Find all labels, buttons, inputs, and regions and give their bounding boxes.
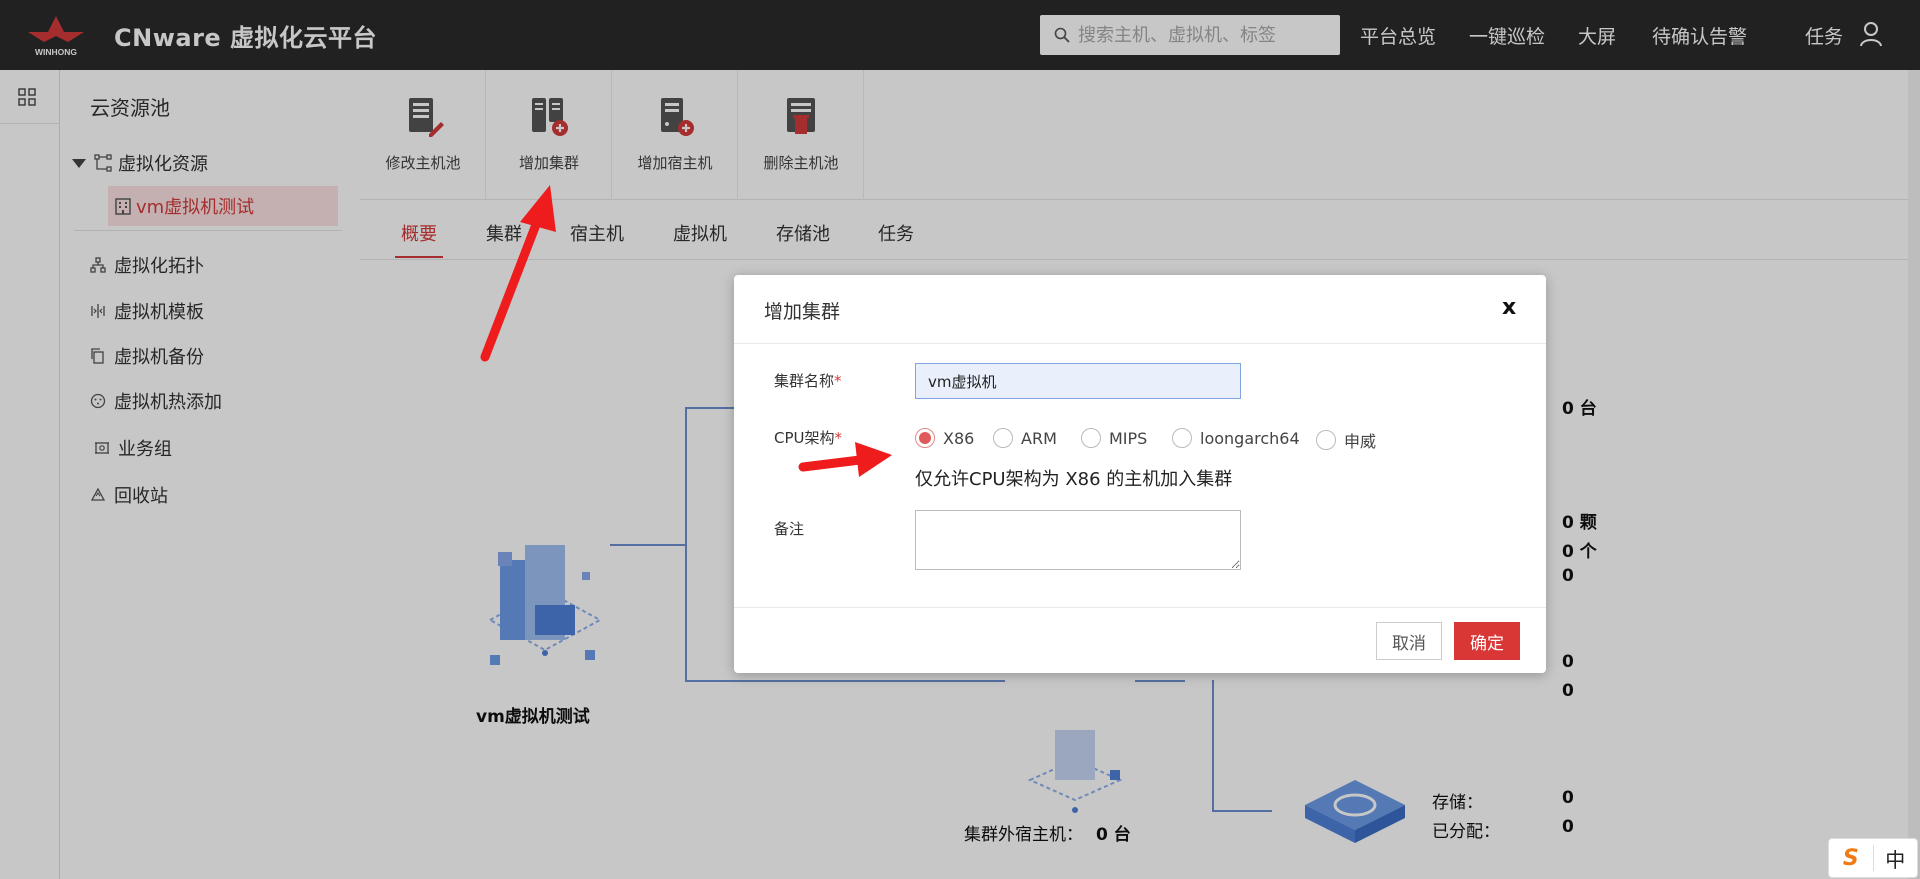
required-mark: *	[834, 372, 842, 390]
add-cluster-dialog: 增加集群 x 集群名称* CPU架构* X86 ARM MIPS loongar…	[734, 275, 1546, 673]
cpu-radio-arm[interactable]: ARM	[993, 428, 1057, 448]
sogou-logo-icon[interactable]: S	[1829, 846, 1873, 871]
ime-toolbar[interactable]: S 中	[1828, 838, 1918, 878]
cancel-button[interactable]: 取消	[1376, 622, 1442, 660]
note-textarea[interactable]	[915, 510, 1241, 570]
radio-label: 申威	[1344, 432, 1377, 451]
cpu-radio-loongarch64[interactable]: loongarch64	[1172, 428, 1300, 448]
cluster-name-label: 集群名称*	[774, 370, 842, 391]
radio-label: X86	[943, 428, 975, 448]
cpu-radio-sunway[interactable]: 申威	[1316, 428, 1376, 452]
dialog-title: 增加集群	[764, 301, 841, 323]
close-icon[interactable]: x	[1502, 295, 1516, 320]
cluster-name-input[interactable]	[915, 363, 1241, 399]
note-label: 备注	[774, 520, 805, 538]
radio-label: loongarch64	[1200, 428, 1300, 448]
ime-mode-toggle[interactable]: 中	[1873, 844, 1917, 873]
cpu-radio-x86[interactable]: X86	[915, 428, 974, 448]
cpu-arch-hint: 仅允许CPU架构为 X86 的主机加入集群	[915, 469, 1233, 490]
radio-label: MIPS	[1109, 428, 1148, 448]
radio-icon[interactable]	[1316, 430, 1336, 450]
radio-icon[interactable]	[1172, 428, 1192, 448]
dialog-divider	[734, 343, 1546, 344]
radio-label: ARM	[1021, 428, 1057, 448]
radio-icon[interactable]	[1081, 428, 1101, 448]
cpu-radio-mips[interactable]: MIPS	[1081, 428, 1147, 448]
confirm-button[interactable]: 确定	[1454, 622, 1520, 660]
field-label-text: CPU架构	[774, 429, 835, 447]
cpu-arch-label: CPU架构*	[774, 427, 842, 448]
radio-selected-icon[interactable]	[915, 428, 935, 448]
required-mark: *	[834, 429, 843, 447]
radio-icon[interactable]	[993, 428, 1013, 448]
dialog-divider	[734, 607, 1546, 608]
field-label-text: 集群名称	[774, 372, 835, 390]
